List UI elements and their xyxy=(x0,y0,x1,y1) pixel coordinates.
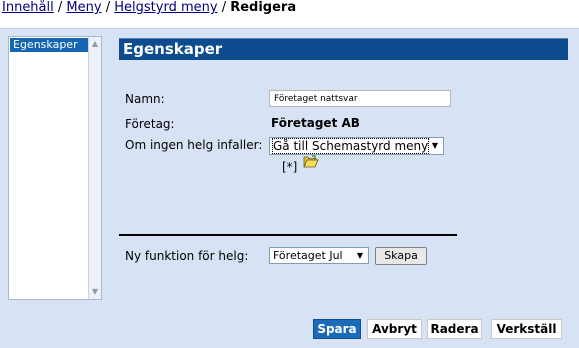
cancel-button[interactable]: Avbryt xyxy=(367,319,422,339)
no-holiday-label: Om ingen helg infaller: xyxy=(125,138,263,152)
tree-item-egenskaper[interactable]: Egenskaper xyxy=(10,38,90,52)
new-function-label: Ny funktion för helg: xyxy=(125,249,249,263)
new-function-selected-value: Företaget Jul xyxy=(273,249,343,262)
save-button[interactable]: Spara xyxy=(313,319,361,339)
new-function-select[interactable]: Företaget Jul ▼ xyxy=(269,247,369,264)
star-link[interactable]: [*] xyxy=(282,160,297,174)
dropdown-arrow-icon[interactable]: ▼ xyxy=(428,139,442,153)
scroll-down-icon[interactable]: ▼ xyxy=(89,286,101,298)
name-label: Namn: xyxy=(125,92,165,106)
apply-button[interactable]: Verkställ xyxy=(491,319,562,339)
name-input[interactable]: Företaget nattsvar xyxy=(269,90,451,107)
section-tree: Egenskaper ▲ ▼ xyxy=(8,36,102,300)
scroll-up-icon[interactable]: ▲ xyxy=(89,38,101,50)
breadcrumb-separator: / xyxy=(57,0,63,15)
no-holiday-select[interactable]: Gå till Schemastyrd meny ▼ xyxy=(269,137,444,155)
breadcrumb-separator: / xyxy=(221,0,227,15)
breadcrumb-separator: / xyxy=(105,0,111,15)
breadcrumb-current: Redigera xyxy=(230,0,297,15)
edit-panel: Egenskaper ▲ ▼ Egenskaper Namn: Företage… xyxy=(0,28,579,348)
create-button[interactable]: Skapa xyxy=(375,247,427,265)
no-holiday-selected-value: Gå till Schemastyrd meny xyxy=(271,138,430,154)
company-label: Företag: xyxy=(125,117,175,131)
breadcrumb: Innehåll / Meny / Helgstyrd meny / Redig… xyxy=(2,0,296,18)
company-value: Företaget AB xyxy=(271,116,360,130)
dropdown-arrow-icon[interactable]: ▼ xyxy=(353,249,367,262)
delete-button[interactable]: Radera xyxy=(427,319,482,339)
section-divider xyxy=(119,234,457,236)
tree-scrollbar[interactable]: ▲ ▼ xyxy=(88,37,101,299)
section-header: Egenskaper xyxy=(119,38,568,60)
folder-open-icon[interactable] xyxy=(303,155,319,171)
breadcrumb-link-helgstyrd-meny[interactable]: Helgstyrd meny xyxy=(114,0,217,15)
breadcrumb-link-meny[interactable]: Meny xyxy=(66,0,101,15)
breadcrumb-link-innehall[interactable]: Innehåll xyxy=(2,0,54,15)
section-title: Egenskaper xyxy=(123,40,223,58)
